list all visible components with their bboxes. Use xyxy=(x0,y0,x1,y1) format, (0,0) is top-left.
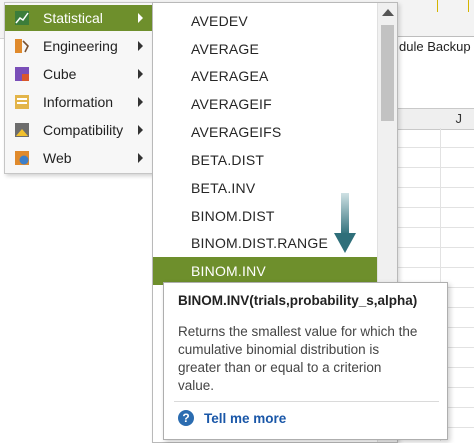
column-header-bar: J xyxy=(392,108,474,130)
function-item-averageifs[interactable]: AVERAGEIFS xyxy=(153,118,377,146)
function-item-binom-inv[interactable]: BINOM.INV xyxy=(153,257,377,285)
tooltip-divider xyxy=(174,401,439,402)
help-icon: ? xyxy=(178,410,194,426)
category-item-web[interactable]: Web xyxy=(5,145,153,171)
category-item-information[interactable]: Information xyxy=(5,89,153,115)
function-category-menu: Statistical Engineering Cube Information… xyxy=(4,2,154,174)
category-label: Statistical xyxy=(43,10,103,26)
function-item-averageif[interactable]: AVERAGEIF xyxy=(153,90,377,118)
compatibility-icon xyxy=(15,123,29,137)
function-item-averagea[interactable]: AVERAGEA xyxy=(153,62,377,90)
chevron-right-icon xyxy=(138,125,143,135)
scroll-up-arrow-icon[interactable] xyxy=(382,9,394,16)
description-line: Returns the smallest value for which the xyxy=(178,324,418,339)
sheet-tab[interactable]: dule Backup xyxy=(392,36,474,57)
arrow-down-icon xyxy=(334,193,356,253)
chevron-right-icon xyxy=(138,69,143,79)
ribbon-divider xyxy=(468,0,469,12)
web-icon xyxy=(15,151,29,165)
function-item-average[interactable]: AVERAGE xyxy=(153,35,377,63)
information-icon xyxy=(15,95,29,109)
function-item-avedev[interactable]: AVEDEV xyxy=(153,7,377,35)
description-line: value. xyxy=(178,378,215,393)
category-label: Compatibility xyxy=(43,122,124,138)
chevron-right-icon xyxy=(138,153,143,163)
category-label: Cube xyxy=(43,66,77,82)
category-label: Information xyxy=(43,94,114,110)
description-line: greater than or equal to a criterion xyxy=(178,360,382,375)
category-label: Web xyxy=(43,150,72,166)
tell-me-more-link[interactable]: ? Tell me more xyxy=(178,410,286,426)
ribbon-divider xyxy=(437,0,438,12)
category-label: Engineering xyxy=(43,38,118,54)
category-item-engineering[interactable]: Engineering xyxy=(5,33,153,59)
category-item-cube[interactable]: Cube xyxy=(5,61,153,87)
function-description: Returns the smallest value for which the… xyxy=(178,323,434,395)
chevron-right-icon xyxy=(138,41,143,51)
tell-me-more-label: Tell me more xyxy=(204,410,287,426)
statistical-chart-icon xyxy=(15,11,29,25)
chevron-right-icon xyxy=(138,13,143,23)
column-header-j[interactable]: J xyxy=(456,111,463,126)
cube-icon xyxy=(15,67,29,81)
description-line: cumulative binomial distribution is xyxy=(178,342,380,357)
function-tooltip: BINOM.INV(trials,probability_s,alpha) Re… xyxy=(163,282,448,440)
scroll-thumb[interactable] xyxy=(381,25,394,121)
function-item-beta-dist[interactable]: BETA.DIST xyxy=(153,146,377,174)
chevron-right-icon xyxy=(138,97,143,107)
engineering-icon xyxy=(15,39,29,53)
sheet-tab-label: dule Backup xyxy=(399,39,471,54)
function-signature: BINOM.INV(trials,probability_s,alpha) xyxy=(178,293,418,308)
category-item-compatibility[interactable]: Compatibility xyxy=(5,117,153,143)
category-item-statistical[interactable]: Statistical xyxy=(5,5,153,31)
